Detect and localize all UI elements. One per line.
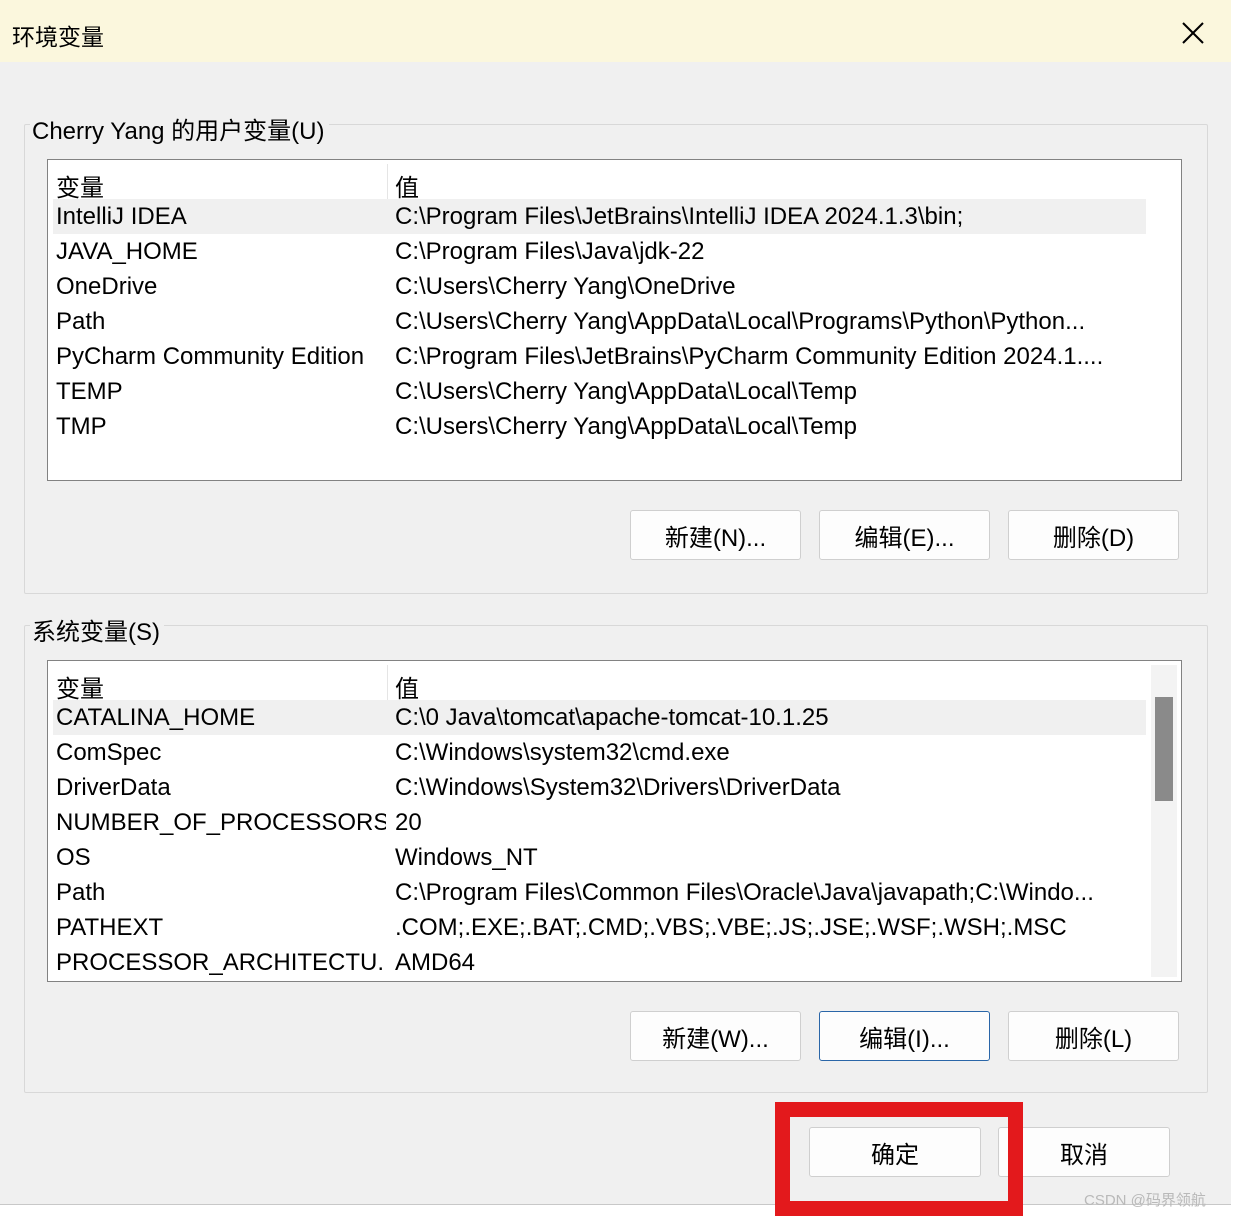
variable-value-cell: 20 bbox=[395, 809, 422, 836]
screen-edge bbox=[1231, 0, 1236, 1217]
variable-value-cell: C:\Program Files\JetBrains\PyCharm Commu… bbox=[395, 343, 1104, 370]
list-header: 变量 值 bbox=[53, 665, 1146, 703]
variable-name-cell: Path bbox=[56, 308, 106, 335]
variable-name-cell: IntelliJ IDEA bbox=[56, 203, 187, 230]
title-bar: 环境变量 bbox=[0, 0, 1231, 62]
variable-name-cell: PyCharm Community Edition bbox=[56, 343, 365, 370]
system-new-button[interactable]: 新建(W)... bbox=[630, 1011, 801, 1061]
system-delete-button[interactable]: 删除(L) bbox=[1008, 1011, 1179, 1061]
table-row[interactable]: PROCESSOR_ARCHITECTU... AMD64 bbox=[53, 945, 1146, 980]
column-divider[interactable] bbox=[387, 164, 388, 199]
variable-value-cell: C:\Program Files\JetBrains\IntelliJ IDEA… bbox=[395, 203, 964, 230]
table-row[interactable]: OneDrive C:\Users\Cherry Yang\OneDrive bbox=[53, 269, 1146, 304]
table-row[interactable]: PATHEXT .COM;.EXE;.BAT;.CMD;.VBS;.VBE;.JS… bbox=[53, 910, 1146, 945]
table-row[interactable]: NUMBER_OF_PROCESSORS 20 bbox=[53, 805, 1146, 840]
system-edit-button[interactable]: 编辑(I)... bbox=[819, 1011, 990, 1061]
environment-variables-dialog: 环境变量 Cherry Yang 的用户变量(U) 变量 值 IntelliJ … bbox=[0, 0, 1232, 1205]
variable-name-cell: TMP bbox=[56, 413, 107, 440]
variable-value-cell: C:\Windows\System32\Drivers\DriverData bbox=[395, 774, 841, 801]
user-variables-label: Cherry Yang 的用户变量(U) bbox=[30, 111, 329, 146]
variable-name-cell: CATALINA_HOME bbox=[56, 704, 256, 731]
variable-name-cell: ComSpec bbox=[56, 739, 162, 766]
table-row[interactable]: Path C:\Users\Cherry Yang\AppData\Local\P… bbox=[53, 304, 1146, 339]
table-row[interactable]: ComSpec C:\Windows\system32\cmd.exe bbox=[53, 735, 1146, 770]
variable-value-cell: AMD64 bbox=[395, 949, 476, 976]
column-header-variable[interactable]: 变量 bbox=[56, 669, 386, 704]
user-new-button[interactable]: 新建(N)... bbox=[630, 510, 801, 560]
table-row[interactable]: TEMP C:\Users\Cherry Yang\AppData\Local\T… bbox=[53, 374, 1146, 409]
variable-name-cell: Path bbox=[56, 879, 106, 906]
table-row[interactable]: PyCharm Community Edition C:\Program File… bbox=[53, 339, 1146, 374]
column-divider[interactable] bbox=[387, 665, 388, 700]
watermark-text: CSDN @码界领航 bbox=[1084, 1192, 1206, 1209]
variable-value-cell: C:\Users\Cherry Yang\AppData\Local\Temp bbox=[395, 413, 857, 440]
table-row[interactable]: OS Windows_NT bbox=[53, 840, 1146, 875]
vertical-scrollbar[interactable] bbox=[1151, 665, 1177, 977]
column-header-variable[interactable]: 变量 bbox=[56, 168, 386, 203]
system-variables-list[interactable]: 变量 值 CATALINA_HOME C:\0 Java\tomcat\apach… bbox=[47, 660, 1182, 982]
table-row[interactable]: Path C:\Program Files\Common Files\Oracle… bbox=[53, 875, 1146, 910]
close-icon bbox=[1182, 22, 1204, 44]
window-title: 环境变量 bbox=[12, 24, 104, 50]
variable-name-cell: PATHEXT bbox=[56, 914, 164, 941]
table-row[interactable]: JAVA_HOME C:\Program Files\Java\jdk-22 bbox=[53, 234, 1146, 269]
variable-value-cell: C:\Program Files\Common Files\Oracle\Jav… bbox=[395, 879, 1094, 906]
variable-value-cell: C:\Program Files\Java\jdk-22 bbox=[395, 238, 705, 265]
column-header-value[interactable]: 值 bbox=[395, 168, 1143, 203]
annotation-highlight-box bbox=[775, 1102, 1023, 1216]
variable-value-cell: C:\Windows\system32\cmd.exe bbox=[395, 739, 730, 766]
variable-name-cell: OS bbox=[56, 844, 91, 871]
variable-name-cell: DriverData bbox=[56, 774, 171, 801]
variable-name-cell: JAVA_HOME bbox=[56, 238, 198, 265]
variable-value-cell: C:\Users\Cherry Yang\OneDrive bbox=[395, 273, 736, 300]
variable-name-cell: PROCESSOR_ARCHITECTU... bbox=[56, 949, 386, 976]
variable-name-cell: OneDrive bbox=[56, 273, 158, 300]
variable-name-cell: NUMBER_OF_PROCESSORS bbox=[56, 809, 386, 836]
variable-name-cell: TEMP bbox=[56, 378, 123, 405]
close-button[interactable] bbox=[1170, 10, 1216, 56]
variable-value-cell: C:\Users\Cherry Yang\AppData\Local\Temp bbox=[395, 378, 857, 405]
list-header: 变量 值 bbox=[53, 164, 1146, 202]
system-variables-label: 系统变量(S) bbox=[30, 612, 164, 647]
column-header-value[interactable]: 值 bbox=[395, 669, 1143, 704]
table-row[interactable]: DriverData C:\Windows\System32\Drivers\Dr… bbox=[53, 770, 1146, 805]
user-variables-list[interactable]: 变量 值 IntelliJ IDEA C:\Program Files\JetBr… bbox=[47, 159, 1182, 481]
variable-value-cell: .COM;.EXE;.BAT;.CMD;.VBS;.VBE;.JS;.JSE;.… bbox=[395, 914, 1067, 941]
table-row[interactable]: TMP C:\Users\Cherry Yang\AppData\Local\Te… bbox=[53, 409, 1146, 444]
cancel-button[interactable]: 取消 bbox=[998, 1127, 1170, 1177]
user-delete-button[interactable]: 删除(D) bbox=[1008, 510, 1179, 560]
user-edit-button[interactable]: 编辑(E)... bbox=[819, 510, 990, 560]
table-row[interactable]: IntelliJ IDEA C:\Program Files\JetBrains\… bbox=[53, 199, 1146, 234]
variable-value-cell: C:\Users\Cherry Yang\AppData\Local\Progr… bbox=[395, 308, 1086, 335]
table-row[interactable]: CATALINA_HOME C:\0 Java\tomcat\apache-tom… bbox=[53, 700, 1146, 735]
variable-value-cell: C:\0 Java\tomcat\apache-tomcat-10.1.25 bbox=[395, 704, 829, 731]
scrollbar-thumb[interactable] bbox=[1155, 697, 1173, 801]
variable-value-cell: Windows_NT bbox=[395, 844, 538, 871]
